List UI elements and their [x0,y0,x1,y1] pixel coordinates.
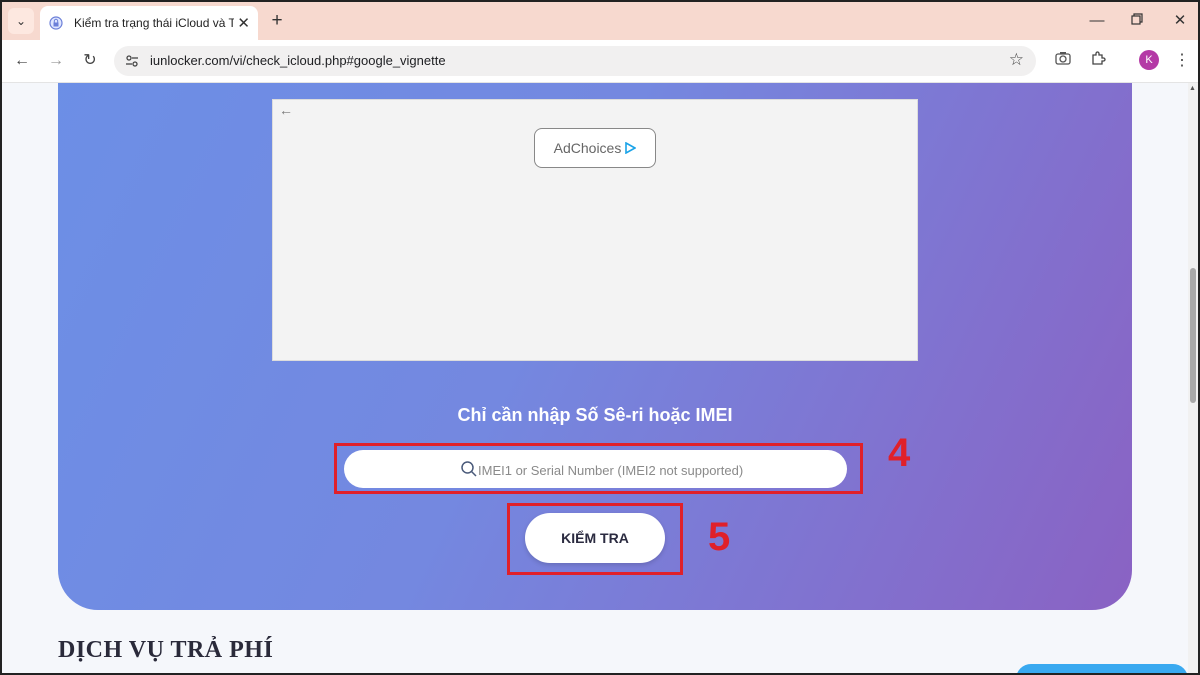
annotation-box-input [334,443,863,494]
tab-search-button[interactable]: ⌄ [8,8,34,34]
page-scrollbar[interactable]: ▲ [1188,83,1198,673]
back-arrow-icon[interactable]: ← [11,50,33,72]
imei-prompt-heading: Chỉ cần nhập Số Sê-ri hoặc IMEI [457,405,733,425]
ad-back-arrow-icon[interactable]: ← [279,102,293,118]
new-tab-button[interactable]: + [266,10,288,32]
lock-favicon-icon [48,15,64,31]
floating-action-button[interactable] [1016,664,1188,673]
adchoices-badge[interactable]: AdChoices [534,128,656,168]
forward-arrow-icon[interactable]: → [45,50,67,72]
url-text: iunlocker.com/vi/check_icloud.php#google… [150,53,446,68]
chevron-down-icon: ⌄ [15,14,27,28]
reload-icon[interactable]: ↻ [79,50,101,72]
annotation-step-5: 5 [708,515,731,559]
restore-icon[interactable] [1122,10,1152,32]
bookmark-star-icon[interactable]: ☆ [1009,50,1024,70]
scrollbar-thumb[interactable] [1190,268,1196,403]
active-tab[interactable]: Kiểm tra trạng thái iCloud và Tr ✕ [40,6,258,40]
tab-title: Kiểm tra trạng thái iCloud và Tr [74,16,234,30]
paid-services-heading: DỊCH VỤ TRẢ PHÍ [58,637,274,663]
adchoices-play-icon [625,142,637,154]
browser-window: ⌄ Kiểm tra trạng thái iCloud và Tr ✕ + —… [0,0,1200,675]
browser-toolbar: ← → ↻ iunlocker.com/vi/check_icloud.php#… [2,40,1198,83]
extensions-puzzle-icon[interactable] [1087,50,1109,72]
profile-avatar[interactable]: K [1139,50,1159,70]
tab-close-icon[interactable]: ✕ [237,14,250,32]
tab-strip: ⌄ Kiểm tra trạng thái iCloud và Tr ✕ + —… [2,2,1198,40]
minimize-icon[interactable]: — [1082,10,1112,32]
more-menu-icon[interactable]: ⋮ [1174,50,1190,70]
page-viewport: ← AdChoices Chỉ cần nhập Số Sê-ri hoặc I… [2,83,1188,673]
adchoices-label: AdChoices [553,140,622,156]
site-settings-icon[interactable] [124,53,140,69]
address-bar[interactable]: iunlocker.com/vi/check_icloud.php#google… [114,46,1036,76]
annotation-box-button [507,503,683,575]
annotation-step-4: 4 [888,431,911,475]
close-window-icon[interactable]: ✕ [1165,10,1195,32]
ad-container: ← AdChoices [272,99,918,361]
camera-icon[interactable] [1052,50,1074,72]
scroll-up-icon[interactable]: ▲ [1189,85,1196,92]
